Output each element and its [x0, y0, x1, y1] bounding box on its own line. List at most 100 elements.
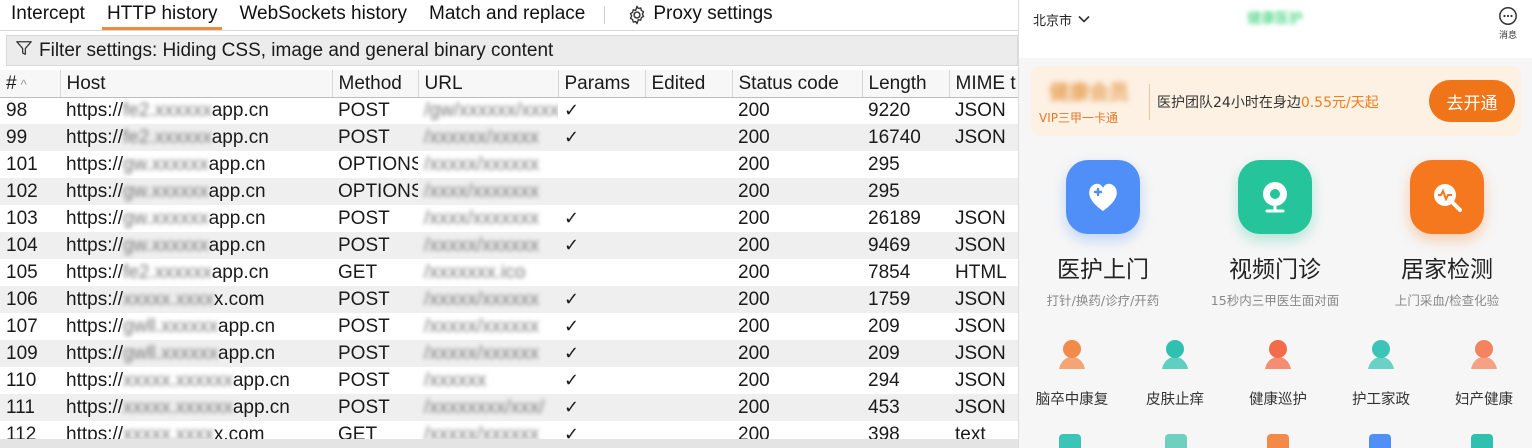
city-label: 北京市 [1033, 14, 1073, 29]
cell-mime-type: JSON [949, 124, 1018, 151]
cell-method: POST [338, 369, 390, 391]
home-test-icon [1410, 160, 1484, 234]
cell-url: /xxxxx/xxxxxx [424, 153, 540, 175]
table-row[interactable]: 105 https://fe2.xxxxxxapp.cn GET/xxxxxxx.i… [0, 259, 1018, 286]
vip-subtitle: VIP三甲一卡通 [1039, 111, 1118, 125]
cell-method: POST [332, 124, 418, 151]
tab-proxy-settings[interactable]: Proxy settings [615, 0, 783, 30]
horizontal-scrollbar[interactable] [0, 439, 1018, 448]
column-header-url[interactable]: URL [418, 70, 559, 98]
maternity-icon [1464, 334, 1504, 374]
cell-edited [645, 151, 732, 178]
cell-status-code: 200 [738, 369, 770, 391]
cell-mime-type: JSON [955, 207, 1006, 229]
category-item[interactable]: 健康巡护 [1227, 334, 1329, 409]
tab-intercept[interactable]: Intercept [0, 0, 96, 30]
cell-edited [645, 232, 732, 259]
sort-ascending-icon: ^ [20, 77, 27, 93]
cell-host: https://gw.xxxxxxapp.cn [66, 207, 266, 229]
table-row[interactable]: 103 https://gw.xxxxxxapp.cn POST/xxxx/xxxx… [0, 205, 1018, 232]
tab-match-and-replace[interactable]: Match and replace [418, 0, 596, 30]
next-row-icon-peek [1471, 434, 1493, 448]
cell-edited [645, 394, 732, 421]
column-header-mime-type[interactable]: MIME t [949, 70, 1018, 98]
cell-url: /xxxxxxx.ico [424, 261, 526, 283]
cell-status-code: 200 [738, 207, 770, 229]
cell-host: https://gwll.xxxxxxapp.cn [66, 315, 276, 337]
category-item[interactable]: 皮肤止痒 [1124, 334, 1226, 409]
category-label: 脑卒中康复 [1035, 392, 1109, 408]
tab-websockets-history[interactable]: WebSockets history [228, 0, 418, 30]
cell-mime-type: JSON [949, 286, 1018, 313]
cell-length: 9469 [862, 232, 949, 259]
category-item[interactable]: 妇产健康 [1433, 334, 1532, 409]
cell-params: ✓ [564, 315, 580, 336]
category-item[interactable]: 脑卒中康复 [1021, 334, 1123, 409]
cell-number: 110 [6, 369, 37, 391]
service-title: 居家检测 [1401, 257, 1493, 283]
vip-banner[interactable]: 健康会员 VIP三甲一卡通 医护团队24小时在身边0.55元/天起 去开通 [1031, 66, 1521, 136]
city-selector[interactable]: 北京市 [1033, 10, 1090, 29]
table-row[interactable]: 101 https://gw.xxxxxxapp.cn OPTIONS/xxxxx/… [0, 151, 1018, 178]
chevron-down-icon [1072, 12, 1090, 27]
table-row[interactable]: 102 https://gw.xxxxxxapp.cn OPTIONS/xxxx/x… [0, 178, 1018, 205]
proxy-tool: Intercept HTTP history WebSockets histor… [0, 0, 1018, 448]
cell-params [558, 259, 645, 286]
service-card[interactable]: 居家检测 上门采血/检查化验 [1363, 150, 1531, 309]
cell-url: /xxxx/xxxxxxx [418, 178, 558, 205]
cell-url: /xxxxx/xxxxxx [424, 315, 540, 337]
messages-button[interactable]: 消息 [1495, 6, 1521, 41]
proxy-settings-label: Proxy settings [653, 3, 773, 24]
table-row[interactable]: 109 https://gwll.xxxxxxapp.cn POST/xxxxx/x… [0, 340, 1018, 367]
service-card[interactable]: 医护上门 打针/换药/诊疗/开药 [1019, 150, 1187, 309]
cell-method: POST [338, 99, 390, 121]
cell-number: 104 [0, 232, 60, 259]
filter-settings-bar[interactable]: Filter settings: Hiding CSS, image and g… [6, 35, 1018, 66]
next-row-icon-peek [1059, 434, 1081, 448]
vip-price: 0.55元/天起 [1300, 95, 1379, 111]
cell-length: 453 [862, 394, 949, 421]
column-header-length[interactable]: Length [862, 70, 950, 98]
table-row[interactable]: 110 https://xxxxx.xxxxxxapp.cn POST/xxxxxx… [0, 367, 1018, 394]
next-row-icon-peek [1165, 434, 1187, 448]
cell-number: 101 [6, 153, 38, 175]
table-row[interactable]: 111 https://xxxxx.xxxxxxapp.cn POST/xxxxxx… [0, 394, 1018, 421]
cell-number: 107 [6, 315, 38, 337]
cell-params: ✓ [564, 207, 580, 228]
cell-number: 98 [6, 99, 28, 121]
column-header-edited[interactable]: Edited [645, 70, 733, 98]
cell-status-code: 200 [738, 99, 770, 121]
cell-edited [645, 205, 732, 232]
cell-mime-type: HTML [955, 261, 1007, 283]
cell-host: https://xxxxx.xxxxx.com [60, 286, 332, 313]
cell-status-code: 200 [732, 394, 862, 421]
column-header-params[interactable]: Params [558, 70, 646, 98]
app-name-logo: 健康医护 [1247, 11, 1303, 27]
column-header-method[interactable]: Method [332, 70, 419, 98]
table-row[interactable]: 99 https://fe2.xxxxxxapp.cn POST/xxxxxx/xx… [0, 124, 1018, 151]
column-header-number[interactable]: # ^ [0, 70, 61, 98]
cell-url: /xxxxxxxx/xxx/ [418, 394, 558, 421]
table-row[interactable]: 107 https://gwll.xxxxxxapp.cn POST/xxxxx/x… [0, 313, 1018, 340]
cell-status-code: 200 [738, 153, 770, 175]
cell-length: 9220 [868, 99, 911, 121]
cell-method: OPTIONS [338, 153, 418, 175]
column-header-host[interactable]: Host [60, 70, 333, 98]
service-card[interactable]: 视频门诊 15秒内三甲医生面对面 [1191, 150, 1359, 309]
table-row[interactable]: 98 https://fe2.xxxxxxapp.cn POST/gw/xxxxxx… [0, 97, 1018, 124]
category-item[interactable]: 护工家政 [1330, 334, 1432, 409]
cell-params: ✓ [558, 340, 645, 367]
cell-host: https://xxxxx.xxxxxxapp.cn [60, 394, 332, 421]
cell-edited [645, 313, 732, 340]
column-header-status-code[interactable]: Status code [732, 70, 863, 98]
activate-vip-button[interactable]: 去开通 [1429, 80, 1515, 122]
table-row[interactable]: 104 https://gw.xxxxxxapp.cn POST/xxxxx/xxx… [0, 232, 1018, 259]
cell-url: /xxxxxx [424, 369, 487, 391]
table-header-row: # ^ Host Method URL Params Edited Status … [0, 70, 1018, 98]
cell-url: /xxxx/xxxxxxx [424, 207, 540, 229]
cell-edited [645, 340, 732, 367]
next-row-icon-peek [1267, 434, 1289, 448]
cell-number: 103 [6, 207, 38, 229]
table-row[interactable]: 106 https://xxxxx.xxxxx.com POST/xxxxx/xxx… [0, 286, 1018, 313]
tab-http-history[interactable]: HTTP history [96, 0, 229, 30]
